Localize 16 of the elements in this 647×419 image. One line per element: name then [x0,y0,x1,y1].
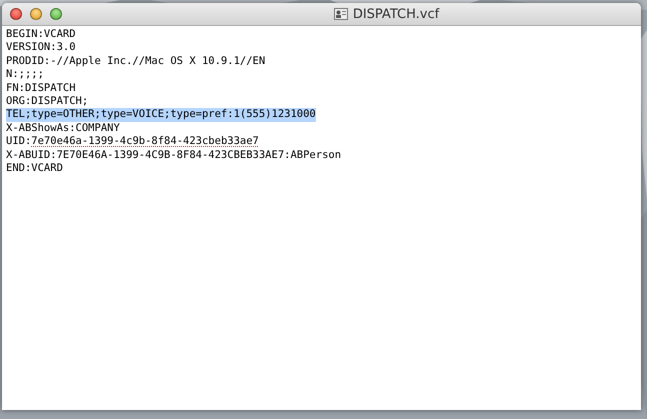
text-line: UID:7e70e46a-1399-4c9b-8f84-423cbeb33ae7 [6,135,259,149]
text-line: ORG:DISPATCH; [6,95,88,108]
close-button[interactable] [10,8,22,20]
text-line: VERSION:3.0 [6,41,76,55]
text-line: PRODID:-//Apple Inc.//Mac OS X 10.9.1//EN [6,54,266,68]
window-title: DISPATCH.vcf [352,6,440,22]
text-line: N:;;;; [6,68,44,82]
text-line: BEGIN:VCARD [6,28,76,42]
text-line: FN:DISPATCH [6,82,76,96]
contact-card-icon [334,8,348,20]
minimize-button[interactable] [30,8,42,20]
zoom-button[interactable] [50,8,62,20]
misspelled-word: 7e70e46a-1399-4c9b-8f84-423cbeb33ae7 [31,135,259,148]
text-line: END:VCARD [6,162,63,176]
text-line: X-ABShowAs:COMPANY [6,122,120,136]
text-line: X-ABUID:7E70E46A-1399-4C9B-8F84-423CBEB33AE7:ABPerson [6,148,342,162]
